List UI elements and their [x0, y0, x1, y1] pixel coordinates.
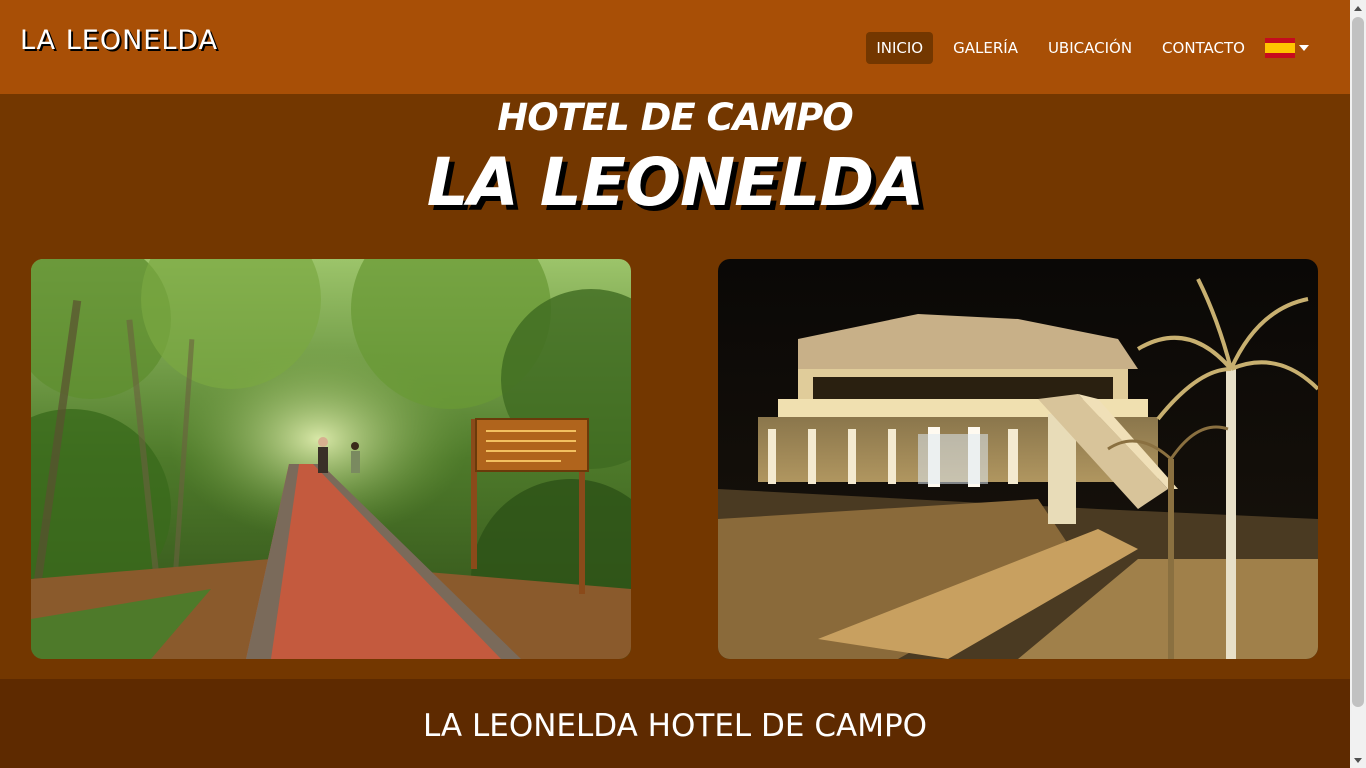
scroll-down-arrow[interactable]: [1350, 752, 1366, 768]
arrow-down-icon: [1354, 757, 1362, 763]
caret-down-icon: [1299, 45, 1309, 51]
scroll-up-arrow[interactable]: [1350, 0, 1366, 16]
vertical-scrollbar[interactable]: [1350, 0, 1366, 768]
navbar: LA LEONELDA INICIO GALERÍA UBICACIÓN CON…: [0, 0, 1350, 94]
forest-path-photo: [31, 259, 631, 659]
spain-flag-icon: [1265, 38, 1295, 58]
about-section: LA LEONELDA HOTEL DE CAMPO: [0, 679, 1350, 768]
section-title: LA LEONELDA HOTEL DE CAMPO: [422, 708, 928, 744]
arrow-up-icon: [1354, 5, 1362, 11]
nav-item-ubicacion[interactable]: UBICACIÓN: [1038, 32, 1142, 64]
scrollbar-thumb[interactable]: [1352, 17, 1364, 707]
nav-menu: INICIO GALERÍA UBICACIÓN CONTACTO: [866, 32, 1350, 64]
brand-logo[interactable]: LA LEONELDA: [20, 25, 218, 56]
hero-section: HOTEL DE CAMPO LA LEONELDA: [0, 94, 1350, 679]
nav-item-inicio[interactable]: INICIO: [866, 32, 934, 64]
nav-item-contacto[interactable]: CONTACTO: [1152, 32, 1255, 64]
nav-item-galeria[interactable]: GALERÍA: [943, 32, 1028, 64]
language-dropdown[interactable]: [1265, 38, 1309, 58]
hotel-night-photo: [718, 259, 1318, 659]
hero-title: LA LEONELDA: [426, 144, 925, 221]
hero-subtitle: HOTEL DE CAMPO: [497, 96, 853, 139]
